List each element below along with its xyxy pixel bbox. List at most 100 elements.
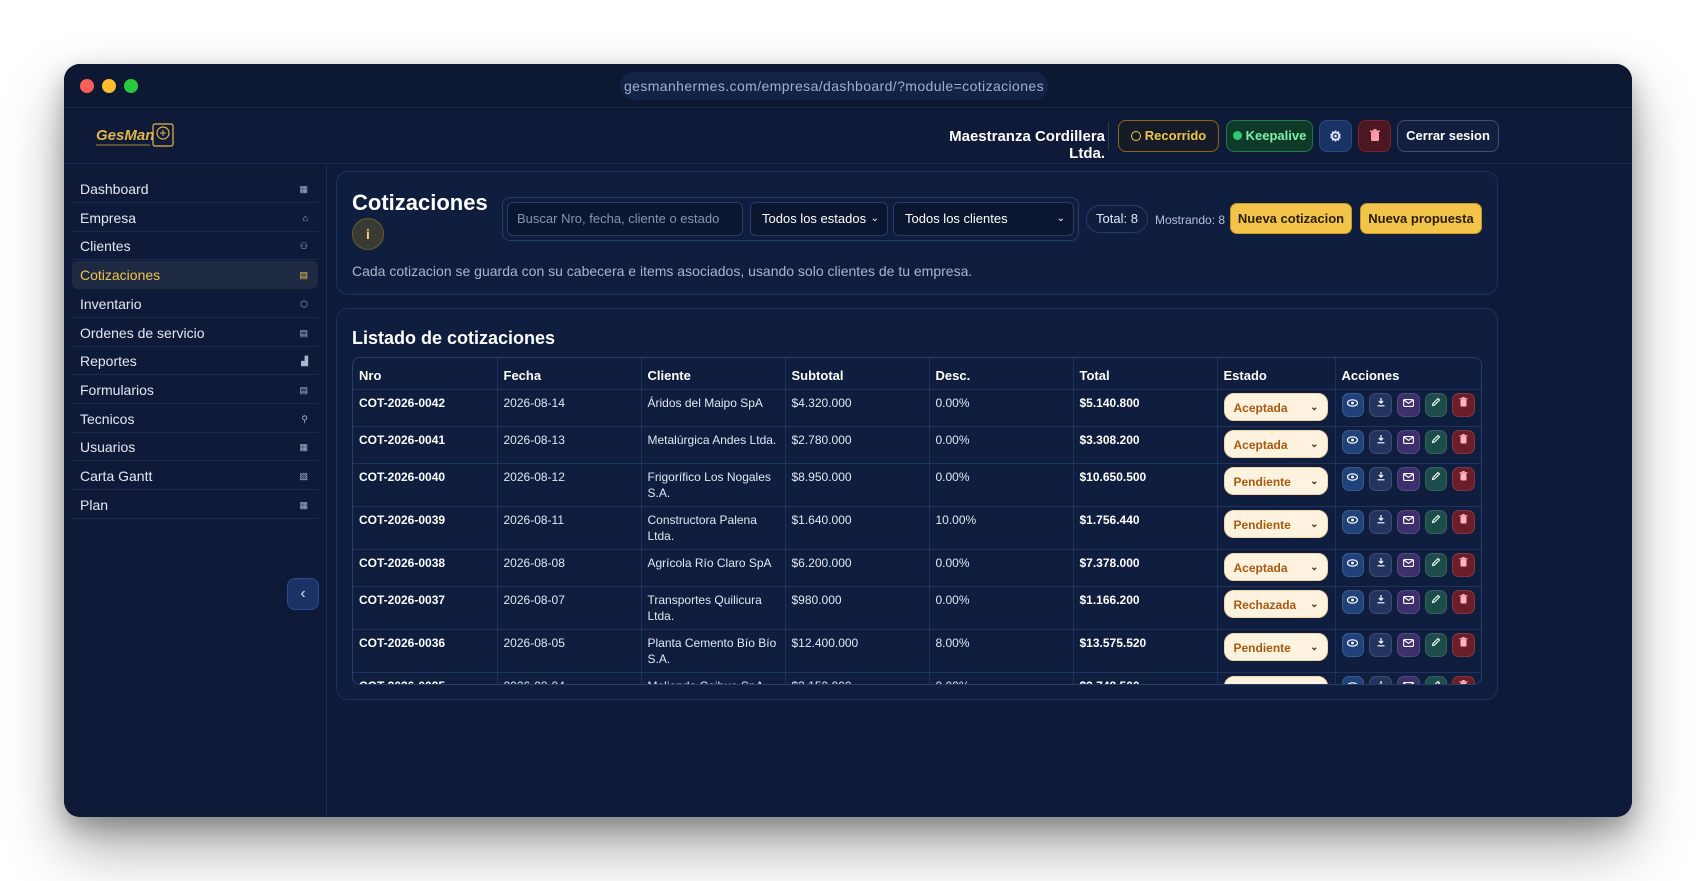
- edit-button[interactable]: [1424, 392, 1448, 417]
- column-header-cliente[interactable]: Cliente: [641, 358, 786, 389]
- quote-number-cell: COT-2026-0042: [353, 388, 498, 426]
- date-cell: 2026-08-07: [497, 585, 642, 629]
- subtotal-cell: $4.320.000: [785, 388, 930, 426]
- settings-button[interactable]: ⚙: [1319, 120, 1352, 152]
- quotes-table: Nro Fecha Cliente Subtotal Desc. Total E…: [353, 358, 1481, 684]
- status-select[interactable]: Aceptada ⌄: [1223, 675, 1328, 684]
- tour-button[interactable]: Recorrido: [1118, 120, 1219, 152]
- sidebar-item-dashboard[interactable]: Dashboard ▦: [72, 175, 318, 203]
- email-button[interactable]: [1396, 509, 1420, 534]
- edit-button[interactable]: [1424, 632, 1448, 657]
- column-header-subtotal[interactable]: Subtotal: [785, 358, 930, 389]
- discount-cell: 0.00%: [929, 585, 1074, 629]
- view-button[interactable]: [1341, 429, 1365, 454]
- sidebar-item-ordenes[interactable]: Ordenes de servicio ▤: [72, 319, 318, 347]
- edit-button[interactable]: [1424, 429, 1448, 454]
- view-button[interactable]: [1341, 392, 1365, 417]
- download-button[interactable]: [1369, 632, 1392, 657]
- column-header-fecha[interactable]: Fecha: [497, 358, 642, 389]
- email-button[interactable]: [1396, 392, 1420, 417]
- gesman-logo[interactable]: GesMan: [94, 121, 176, 151]
- download-button[interactable]: [1369, 589, 1392, 614]
- status-select[interactable]: Aceptada ⌄: [1223, 392, 1328, 421]
- download-icon: [1376, 594, 1386, 607]
- delete-button[interactable]: [1452, 675, 1476, 684]
- view-button[interactable]: [1341, 552, 1365, 577]
- new-quote-button[interactable]: Nueva cotizacion: [1230, 203, 1352, 234]
- download-button[interactable]: [1369, 552, 1392, 577]
- sidebar-item-inventario[interactable]: Inventario ⬡: [72, 290, 318, 318]
- edit-button[interactable]: [1424, 466, 1448, 491]
- view-button[interactable]: [1341, 632, 1365, 657]
- email-button[interactable]: [1396, 466, 1420, 491]
- email-button[interactable]: [1396, 632, 1420, 657]
- status-select[interactable]: Pendiente ⌄: [1223, 632, 1328, 661]
- sidebar-item-empresa[interactable]: Empresa ⌂: [72, 204, 318, 232]
- status-select[interactable]: Pendiente ⌄: [1223, 509, 1328, 538]
- delete-session-button[interactable]: [1358, 120, 1391, 152]
- logout-button[interactable]: Cerrar sesion: [1397, 120, 1499, 152]
- status-select[interactable]: Pendiente ⌄: [1223, 466, 1328, 495]
- download-button[interactable]: [1369, 392, 1392, 417]
- building-icon: ⌂: [302, 212, 308, 223]
- column-header-desc[interactable]: Desc.: [929, 358, 1074, 389]
- download-button[interactable]: [1369, 466, 1392, 491]
- delete-button[interactable]: [1452, 552, 1476, 577]
- delete-button[interactable]: [1452, 589, 1476, 614]
- column-header-nro[interactable]: Nro: [353, 358, 498, 389]
- status-filter-select[interactable]: Todos los estados ⌄: [750, 202, 888, 236]
- column-header-estado[interactable]: Estado: [1217, 358, 1336, 389]
- email-button[interactable]: [1396, 589, 1420, 614]
- mail-icon: [1402, 638, 1414, 650]
- view-icon: [1347, 681, 1358, 684]
- email-button[interactable]: [1396, 429, 1420, 454]
- client-filter-select[interactable]: Todos los clientes ⌄: [893, 202, 1074, 236]
- delete-button[interactable]: [1452, 392, 1476, 417]
- total-cell: $7.378.000: [1073, 548, 1218, 586]
- sidebar-item-formularios[interactable]: Formularios ▤: [72, 376, 318, 404]
- search-input[interactable]: Buscar Nro, fecha, cliente o estado: [507, 202, 743, 236]
- minimize-window-button[interactable]: [102, 79, 116, 93]
- delete-button[interactable]: [1452, 509, 1476, 534]
- download-button[interactable]: [1369, 509, 1392, 534]
- view-button[interactable]: [1341, 589, 1365, 614]
- download-button[interactable]: [1369, 675, 1392, 684]
- email-button[interactable]: [1396, 552, 1420, 577]
- quotes-header-card: Cotizaciones i Buscar Nro, fecha, client…: [336, 171, 1498, 295]
- info-icon[interactable]: i: [352, 218, 384, 250]
- sidebar-item-clientes[interactable]: Clientes ⚇: [72, 232, 318, 261]
- sidebar-item-plan[interactable]: Plan ▦: [72, 491, 318, 519]
- total-badge: Total: 8: [1086, 205, 1148, 233]
- delete-button[interactable]: [1452, 429, 1476, 454]
- subtotal-cell: $8.950.000: [785, 462, 930, 506]
- view-button[interactable]: [1341, 466, 1365, 491]
- address-bar[interactable]: gesmanhermes.com/empresa/dashboard/?modu…: [620, 72, 1048, 100]
- edit-button[interactable]: [1424, 509, 1448, 534]
- view-button[interactable]: [1341, 509, 1365, 534]
- maximize-window-button[interactable]: [124, 79, 138, 93]
- status-value: Pendiente: [1233, 517, 1291, 532]
- sidebar-item-cotizaciones[interactable]: Cotizaciones ▤: [72, 261, 318, 290]
- close-window-button[interactable]: [80, 79, 94, 93]
- quotes-list-card: Listado de cotizaciones Nro Fecha Client…: [336, 308, 1498, 700]
- delete-button[interactable]: [1452, 632, 1476, 657]
- sidebar-item-reportes[interactable]: Reportes ▟: [72, 347, 318, 376]
- view-button[interactable]: [1341, 675, 1365, 684]
- status-select[interactable]: Aceptada ⌄: [1223, 429, 1328, 458]
- download-button[interactable]: [1369, 429, 1392, 454]
- collapse-sidebar-button[interactable]: ‹: [287, 578, 319, 610]
- client-cell: Agrícola Río Claro SpA: [641, 548, 786, 586]
- sidebar-item-tecnicos[interactable]: Tecnicos ⚲: [72, 405, 318, 433]
- sidebar-item-carta-gantt[interactable]: Carta Gantt ▧: [72, 462, 318, 490]
- edit-button[interactable]: [1424, 552, 1448, 577]
- status-select[interactable]: Rechazada ⌄: [1223, 589, 1328, 618]
- new-proposal-button[interactable]: Nueva propuesta: [1360, 203, 1482, 234]
- delete-button[interactable]: [1452, 466, 1476, 491]
- edit-button[interactable]: [1424, 589, 1448, 614]
- edit-button[interactable]: [1424, 675, 1448, 684]
- keepalive-button[interactable]: Keepalive: [1226, 120, 1313, 152]
- sidebar-item-usuarios[interactable]: Usuarios ▦: [72, 433, 318, 462]
- status-select[interactable]: Aceptada ⌄: [1223, 552, 1328, 581]
- email-button[interactable]: [1396, 675, 1420, 684]
- column-header-total[interactable]: Total: [1073, 358, 1218, 389]
